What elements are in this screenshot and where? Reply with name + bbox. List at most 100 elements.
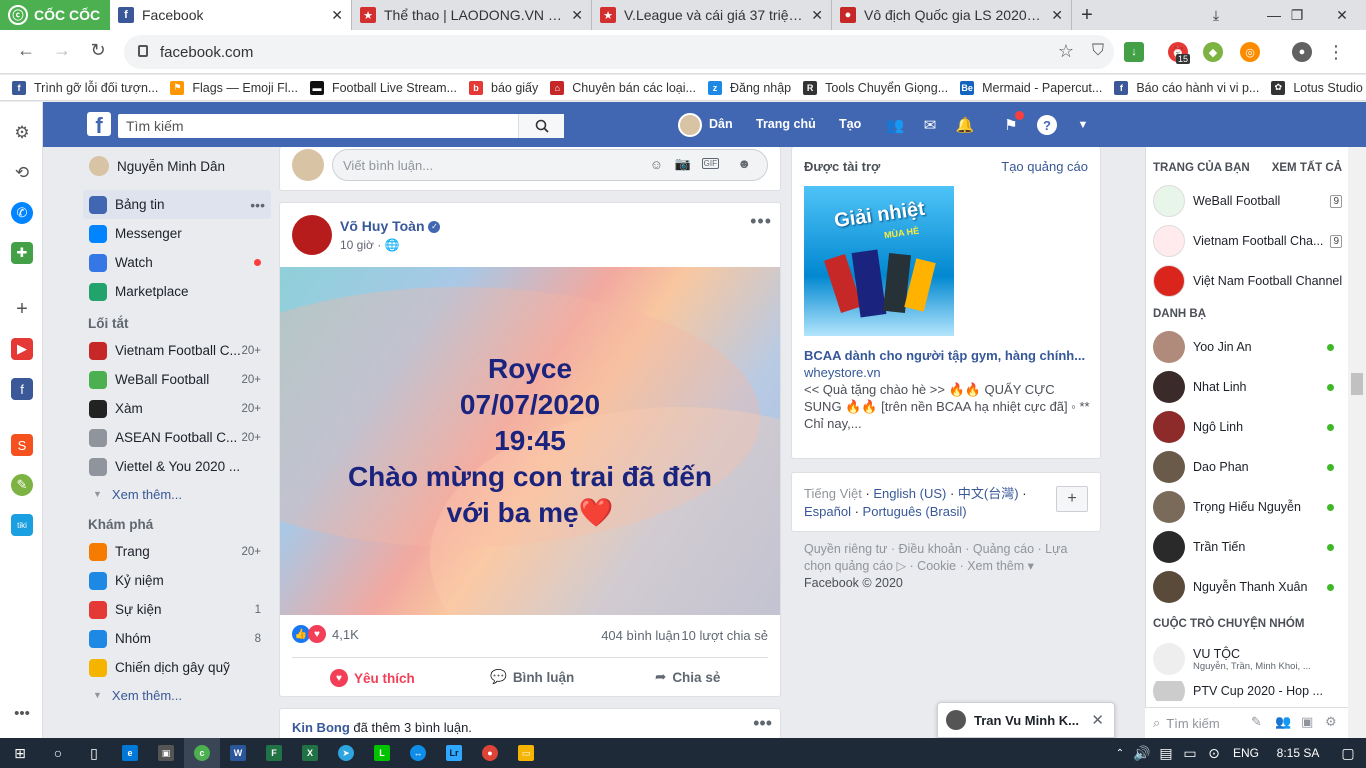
app-icon[interactable]: F <box>256 738 292 768</box>
contact-row[interactable]: Yoo Jin An <box>1146 327 1348 367</box>
browser-tab[interactable]: f Facebook ✕ <box>110 0 352 30</box>
chat-search-bar[interactable]: ⌕ Tìm kiếm ✎ 👥 ▣ ⚙ <box>1145 707 1348 738</box>
left-nav-profile[interactable]: Nguyễn Minh Dân <box>83 150 271 182</box>
bookmark-item[interactable]: ▬ Football Live Stream... <box>309 80 457 95</box>
language-link[interactable]: Português (Brasil) <box>863 504 967 519</box>
left-nav-item[interactable]: Xàm 20+ <box>83 394 271 423</box>
tab-close-icon[interactable]: ✕ <box>571 7 583 24</box>
extension-color-icon[interactable]: ◎ <box>1240 42 1260 62</box>
excel-icon[interactable]: X <box>292 738 328 768</box>
word-icon[interactable]: W <box>220 738 256 768</box>
browser-tab[interactable]: ★ Thể thao | LAODONG.VN | Tra ✕ <box>352 0 592 30</box>
bookmark-item[interactable]: f Trình gỡ lỗi đối tượn... <box>12 80 158 95</box>
chat-settings-gear-icon[interactable]: ⚙ <box>1325 714 1337 730</box>
bookmark-item[interactable]: f Báo cáo hành vi vi p... <box>1114 80 1259 95</box>
page-row[interactable]: Vietnam Football Cha... 9 <box>1146 221 1348 261</box>
tab-menu-icon[interactable]: ⤓ <box>1196 0 1236 30</box>
download-icon[interactable]: ↓ <box>1124 42 1144 62</box>
close-window-button[interactable]: ✕ <box>1322 0 1362 30</box>
share-count[interactable]: 10 lượt chia sẻ <box>681 628 768 643</box>
bookmark-item[interactable]: ✿ Lotus Studio <box>1271 80 1363 95</box>
bookmark-item[interactable]: ⌂ Chuyên bán các loại... <box>550 80 696 95</box>
left-nav-item[interactable]: ASEAN Football C... 20+ <box>83 423 271 452</box>
header-home-link[interactable]: Trang chủ <box>756 117 816 131</box>
tiki-icon[interactable]: tiki <box>11 514 33 536</box>
reload-button[interactable]: ↻ <box>86 40 110 61</box>
group-row[interactable]: VU TỘC Nguyễn, Trần, Minh Khoi, ... <box>1146 637 1348 681</box>
browser-tab[interactable]: ★ V.League và cái giá 37 triệu U ✕ <box>592 0 832 30</box>
tab-close-icon[interactable]: ✕ <box>811 7 823 24</box>
more-icon[interactable]: ••• <box>11 702 33 724</box>
post-options-icon[interactable]: ••• <box>750 211 772 232</box>
add-language-button[interactable]: + <box>1056 486 1088 512</box>
battery-icon[interactable]: ▭ <box>1178 738 1202 768</box>
lightroom-icon[interactable]: Lr <box>436 738 472 768</box>
left-nav-item[interactable]: Kỷ niệm <box>83 566 271 595</box>
settings-gear-icon[interactable]: ⚙ <box>11 122 33 144</box>
language-link[interactable]: Español <box>804 504 851 519</box>
left-nav-item[interactable]: Sự kiện 1 <box>83 595 271 624</box>
line-icon[interactable]: L <box>364 738 400 768</box>
search-icon[interactable] <box>518 114 564 138</box>
chat-popup-tab[interactable]: Tran Vu Minh K... ✕ <box>937 702 1115 738</box>
left-nav-item[interactable]: Messenger <box>83 219 271 248</box>
left-nav-item[interactable]: Chiến dịch gây quỹ <box>83 653 271 682</box>
shield-icon[interactable]: ⛉ <box>1092 42 1104 60</box>
news-feed-options-icon[interactable]: ••• <box>250 197 265 213</box>
compose-icon[interactable]: ✎ <box>1251 714 1262 730</box>
share-button[interactable]: ➦ Chia sẻ <box>655 669 720 685</box>
shopee-icon[interactable]: S <box>11 434 33 456</box>
left-nav-item[interactable]: Nhóm 8 <box>83 624 271 653</box>
comment-count[interactable]: 404 bình luận <box>601 628 680 643</box>
bookmark-item[interactable]: ⚑ Flags — Emoji Fl... <box>170 80 298 95</box>
contact-row[interactable]: Ngô Linh <box>1146 407 1348 447</box>
ad-image[interactable]: Giải nhiệt MÙA HÈ <box>804 186 954 336</box>
bookmark-item[interactable]: R Tools Chuyển Giọng... <box>803 80 948 95</box>
page-scrollbar[interactable] <box>1348 147 1366 738</box>
clock[interactable]: 8:15 SA <box>1266 738 1330 768</box>
action-center-icon[interactable]: ▢ <box>1330 738 1366 768</box>
post-author-name[interactable]: Võ Huy Toàn ✓ <box>340 218 441 234</box>
bookmark-item[interactable]: Be Mermaid - Papercut... <box>960 80 1102 95</box>
next-post-options-icon[interactable]: ••• <box>753 713 772 734</box>
gif-icon[interactable]: GIF <box>701 158 719 169</box>
messenger-header-icon[interactable]: ✉ <box>920 115 940 135</box>
close-chat-icon[interactable]: ✕ <box>1091 711 1104 729</box>
explore-see-more[interactable]: ▼ Xem thêm... <box>83 682 271 708</box>
bookmark-item[interactable]: z Đăng nhập <box>707 80 791 95</box>
ad-domain[interactable]: wheystore.vn <box>804 365 881 380</box>
ad-title[interactable]: BCAA dành cho người tập gym, hàng chính.… <box>804 348 1092 363</box>
tab-close-icon[interactable]: ✕ <box>331 7 343 24</box>
left-nav-item[interactable]: Trang 20+ <box>83 537 271 566</box>
like-button[interactable]: ♥ Yêu thích <box>330 669 415 687</box>
task-view-icon[interactable]: ▯ <box>76 738 112 768</box>
youtube-icon[interactable]: ▶ <box>11 338 33 360</box>
create-ad-link[interactable]: Tạo quảng cáo <box>1001 159 1088 174</box>
network-icon[interactable]: ▤ <box>1154 738 1178 768</box>
language-link[interactable]: 中文(台灣) <box>958 486 1019 501</box>
search-icon[interactable]: ○ <box>40 738 76 768</box>
group-row[interactable]: PTV Cup 2020 - Hop ... <box>1146 681 1348 701</box>
file-explorer-icon[interactable]: ▭ <box>508 738 544 768</box>
game-icon[interactable]: ✚ <box>11 242 33 264</box>
language-indicator[interactable]: ENG <box>1226 738 1266 768</box>
tray-app-icon[interactable]: ⊙ <box>1202 738 1226 768</box>
profile-icon[interactable]: ● <box>1292 42 1312 62</box>
coccoc-taskbar-icon[interactable]: c <box>184 738 220 768</box>
left-nav-item[interactable]: Viettel & You 2020 ... <box>83 452 271 481</box>
messenger-icon[interactable]: ✆ <box>11 202 33 224</box>
footer-link[interactable]: Xem thêm ▾ <box>967 559 1034 573</box>
contact-row[interactable]: Nhat Linh <box>1146 367 1348 407</box>
post-image[interactable]: Royce 07/07/2020 19:45 Chào mừng con trai đ… <box>280 267 780 615</box>
forward-button[interactable]: → <box>50 40 74 61</box>
facebook-search-input[interactable]: Tìm kiếm <box>118 114 564 138</box>
facebook-icon[interactable]: f <box>11 378 33 400</box>
contact-row[interactable]: Nguyễn Thanh Xuân <box>1146 567 1348 607</box>
bookmark-item[interactable]: b báo giấy <box>469 80 538 95</box>
coccoc-logo[interactable]: ⓒ CỐC CỐC <box>0 0 110 30</box>
header-create-link[interactable]: Tạo <box>839 117 861 131</box>
history-icon[interactable]: ⟲ <box>11 162 33 184</box>
left-nav-item[interactable]: Bảng tin ••• <box>83 190 271 219</box>
page-row[interactable]: WeBall Football 9 <box>1146 181 1348 221</box>
new-tab-button[interactable]: + <box>1072 0 1102 30</box>
